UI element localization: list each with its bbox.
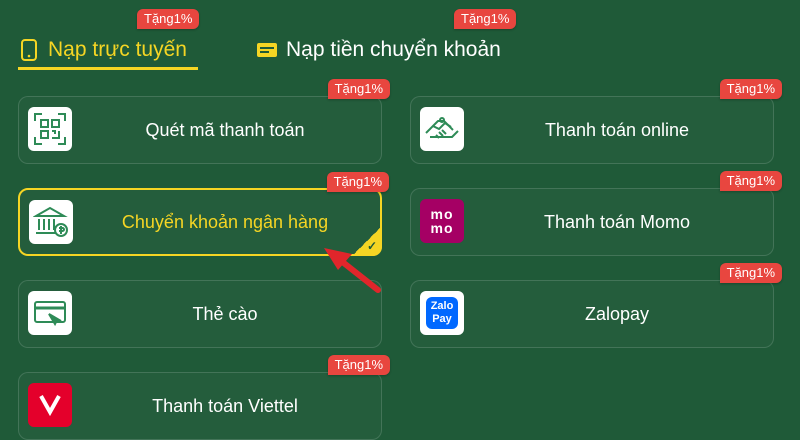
method-label: Thanh toán online	[544, 119, 690, 140]
tab-label: Nạp trực tuyến	[48, 38, 187, 61]
momo-logo-text: mo mo	[430, 206, 454, 236]
method-viettel[interactable]: Thanh toán Viettel Tặng1%	[18, 355, 390, 440]
method-online-payment[interactable]: Thanh toán online Tặng1%	[410, 79, 782, 164]
zalopay-icon: Zalo Pay	[420, 291, 464, 335]
tab-label: Nạp tiền chuyển khoản	[286, 38, 501, 61]
momo-icon: mo mo	[420, 199, 464, 243]
bonus-badge: Tặng1%	[719, 263, 782, 283]
viettel-icon	[28, 383, 72, 427]
method-label: Quét mã thanh toán	[145, 119, 305, 140]
tab-online-deposit[interactable]: Nạp trực tuyến	[18, 28, 198, 72]
payment-tabs: Nạp trực tuyến Nạp tiền chuyển khoản Tặn…	[0, 0, 800, 74]
red-arrow-annotation	[324, 248, 381, 293]
bank-icon	[29, 200, 73, 244]
tab-bank-transfer[interactable]: Nạp tiền chuyển khoản	[256, 28, 516, 72]
method-label: Thanh toán Momo	[543, 211, 691, 232]
bonus-badge: Tặng1%	[137, 9, 200, 29]
phone-icon	[18, 39, 40, 61]
bonus-badge: Tặng1%	[327, 355, 390, 375]
method-zalopay[interactable]: Zalo Pay Zalopay Tặng1%	[410, 263, 782, 348]
bonus-badge: Tặng1%	[327, 79, 390, 99]
method-label: Thanh toán Viettel	[152, 395, 298, 416]
method-qr-payment[interactable]: Quét mã thanh toán Tặng1%	[18, 79, 390, 164]
bank-transfer-icon	[256, 39, 278, 61]
method-momo[interactable]: mo mo Thanh toán Momo Tặng1%	[410, 171, 782, 256]
bonus-badge: Tặng1%	[454, 9, 517, 29]
handshake-icon	[420, 107, 464, 151]
bonus-badge: Tặng1%	[719, 79, 782, 99]
bonus-badge: Tặng1%	[719, 171, 782, 191]
zalopay-logo-text: Zalo Pay	[426, 297, 458, 329]
qr-scan-icon	[28, 107, 72, 151]
scratch-card-icon	[28, 291, 72, 335]
method-label: Zalopay	[584, 303, 650, 324]
bonus-badge: Tặng1%	[326, 172, 389, 192]
